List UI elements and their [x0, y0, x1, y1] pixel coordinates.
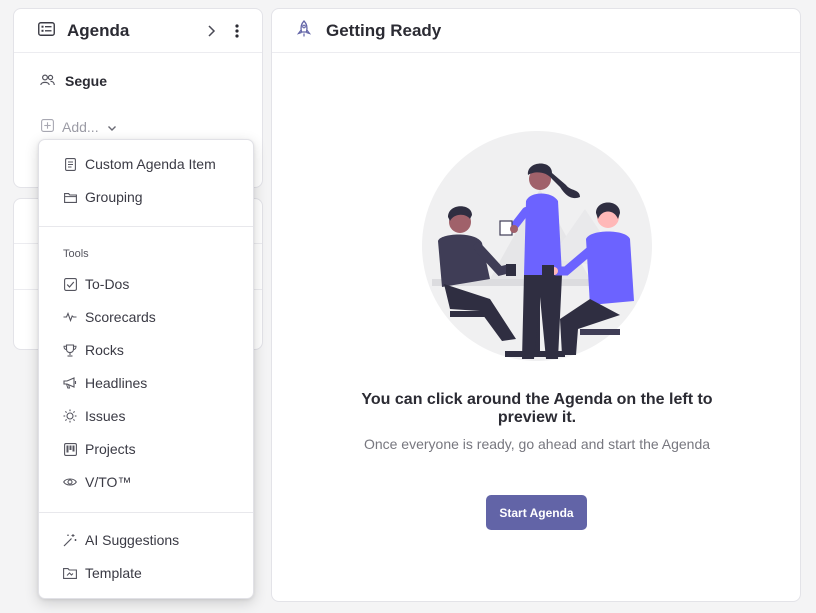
template-icon — [63, 566, 77, 580]
tools-heading: Tools — [63, 248, 89, 260]
folder-icon — [63, 190, 77, 204]
eye-icon — [63, 475, 77, 489]
menu-item-projects[interactable]: Projects — [39, 435, 253, 463]
menu-item-label: Headlines — [85, 375, 148, 391]
getting-ready-panel: Getting Ready You can click around the A… — [271, 8, 801, 602]
start-agenda-button[interactable]: Start Agenda — [486, 495, 587, 530]
magic-wand-icon — [63, 533, 77, 547]
menu-item-label: Grouping — [85, 189, 143, 205]
menu-item-label: Template — [85, 565, 142, 581]
document-icon — [63, 157, 77, 171]
sun-icon — [63, 409, 77, 423]
trophy-icon — [63, 343, 77, 357]
main-title: Getting Ready — [326, 20, 442, 40]
add-dropdown-menu: Custom Agenda Item Grouping Tools To-Dos… — [38, 139, 254, 599]
menu-item-label: AI Suggestions — [85, 532, 180, 548]
menu-item-to-dos[interactable]: To-Dos — [39, 270, 253, 298]
menu-item-label: Projects — [85, 441, 136, 457]
agenda-header: Agenda — [14, 9, 262, 53]
agenda-list-icon — [38, 21, 55, 40]
menu-item-headlines[interactable]: Headlines — [39, 369, 253, 397]
menu-item-label: V/TO™ — [85, 474, 132, 490]
pulse-icon — [63, 310, 77, 324]
add-dropdown-trigger[interactable]: Add... — [41, 119, 117, 135]
menu-item-issues[interactable]: Issues — [39, 402, 253, 430]
more-options-button[interactable] — [226, 20, 248, 42]
menu-item-label: Issues — [85, 408, 126, 424]
preview-submessage: Once everyone is ready, go ahead and sta… — [363, 436, 711, 452]
rocket-icon — [296, 19, 312, 42]
menu-item-rocks[interactable]: Rocks — [39, 336, 253, 364]
main-header: Getting Ready — [272, 9, 800, 53]
menu-item-template[interactable]: Template — [39, 559, 253, 587]
menu-divider — [39, 226, 253, 227]
plus-square-icon — [41, 119, 54, 135]
menu-item-label: Custom Agenda Item — [85, 156, 216, 172]
menu-item-custom-agenda-item[interactable]: Custom Agenda Item — [39, 150, 253, 178]
people-icon — [40, 73, 55, 89]
menu-item-label: To-Dos — [85, 276, 130, 292]
menu-item-ai-suggestions[interactable]: AI Suggestions — [39, 526, 253, 554]
menu-divider — [39, 512, 253, 513]
kanban-icon — [63, 442, 77, 456]
expand-chevron-button[interactable] — [200, 20, 222, 42]
menu-item-grouping[interactable]: Grouping — [39, 183, 253, 211]
megaphone-icon — [63, 376, 77, 390]
agenda-item-segue[interactable]: Segue — [40, 73, 107, 89]
checkbox-icon — [63, 277, 77, 291]
menu-item-scorecards[interactable]: Scorecards — [39, 303, 253, 331]
preview-message: You can click around the Agenda on the l… — [361, 391, 713, 426]
add-label: Add... — [62, 119, 99, 135]
menu-item-label: Scorecards — [85, 309, 156, 325]
agenda-title: Agenda — [67, 20, 130, 40]
menu-item-label: Rocks — [85, 342, 124, 358]
agenda-item-label: Segue — [65, 73, 108, 89]
menu-item-vto[interactable]: V/TO™ — [39, 468, 253, 496]
team-meeting-illustration — [420, 129, 655, 364]
chevron-down-icon — [107, 119, 117, 135]
